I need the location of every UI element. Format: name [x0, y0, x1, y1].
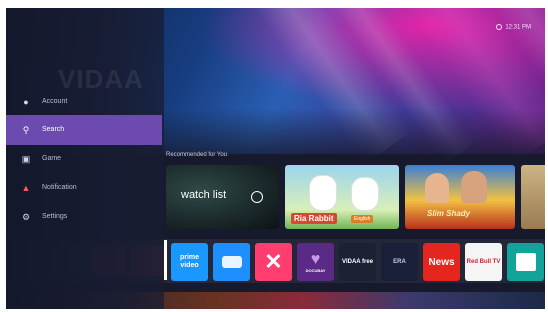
x-app-icon: ✕ — [264, 249, 283, 274]
person-icon: ● — [23, 97, 29, 107]
rabbit-image — [309, 175, 337, 211]
news-icon: News — [428, 256, 455, 268]
card-watch-list[interactable]: watch list — [166, 165, 279, 229]
card-title: Slim Shady — [427, 209, 471, 218]
app-era[interactable]: ERA — [381, 243, 418, 281]
play-icon — [251, 191, 263, 203]
section-title: Recommended for You — [166, 152, 228, 158]
sidebar-item-notification[interactable]: ▲ Notification — [6, 173, 162, 203]
clock: 12:31 PM — [496, 24, 531, 31]
card-partial[interactable] — [521, 165, 545, 229]
rabbit-image — [351, 177, 379, 211]
app-book[interactable] — [507, 243, 544, 281]
card-subtitle: English — [351, 215, 374, 223]
card-movie[interactable]: Slim Shady — [405, 165, 515, 229]
era-icon: ERA — [393, 259, 406, 265]
sidebar-item-label: Settings — [42, 213, 68, 220]
sidebar-item-account[interactable]: ● Account — [6, 87, 162, 117]
sidebar-item-label: Game — [42, 155, 62, 162]
tv-screen: 12:31 PM Recommended for You watch list … — [6, 8, 545, 309]
sidebar-item-search[interactable]: ⚲ Search — [6, 115, 162, 145]
search-icon: ⚲ — [22, 125, 30, 135]
card-ria-rabbit[interactable]: Ria Rabbit English — [285, 165, 399, 229]
gamepad-icon: ▣ — [21, 154, 31, 164]
heart-icon: ♥ — [310, 250, 321, 268]
clock-icon — [496, 24, 503, 30]
sidebar-item-game[interactable]: ▣ Game — [6, 144, 162, 174]
gear-icon: ⚙ — [21, 212, 31, 222]
prime-video-icon: prime video — [179, 254, 200, 269]
book-app-icon — [515, 253, 536, 271]
sidebar-item-label: Notification — [42, 184, 77, 191]
app-hisense[interactable] — [213, 243, 250, 281]
app-redbull-tv[interactable]: Red Bull TV — [465, 243, 502, 281]
vidaa-free-icon: VIDAA free — [341, 259, 374, 265]
app-news[interactable]: News — [423, 243, 460, 281]
app-prime-video[interactable]: prime video — [171, 243, 208, 281]
hisense-app-icon — [221, 256, 242, 268]
sidebar-item-label: Account — [42, 98, 68, 105]
app-vidaa-free[interactable]: VIDAA free — [339, 243, 376, 281]
sidebar: VIDAA ● Account ⚲ Search ▣ Game ▲ Notifi… — [6, 8, 164, 309]
card-title: Ria Rabbit — [291, 213, 337, 224]
bell-icon: ▲ — [21, 183, 31, 193]
clock-time: 12:31 PM — [505, 24, 531, 31]
app-docubay[interactable]: ♥ DOCUBAY — [297, 243, 334, 281]
sidebar-item-settings[interactable]: ⚙ Settings — [6, 202, 162, 232]
redbull-icon: Red Bull TV — [466, 259, 501, 265]
poster-person — [425, 173, 449, 203]
app-label: DOCUBAY — [305, 267, 326, 273]
apps-focus-indicator — [164, 240, 167, 280]
card-title: watch list — [181, 189, 227, 201]
app-x[interactable]: ✕ — [255, 243, 292, 281]
poster-person — [461, 171, 487, 203]
sidebar-item-label: Search — [42, 126, 65, 133]
